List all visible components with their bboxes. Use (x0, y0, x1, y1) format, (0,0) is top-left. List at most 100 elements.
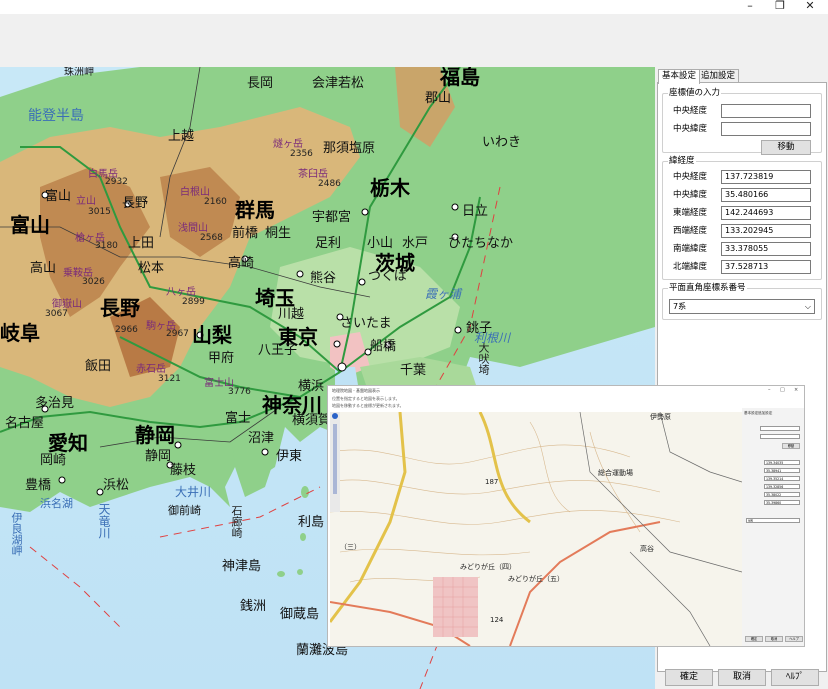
map-label: 御蔵島 (280, 607, 320, 622)
south-lat-label: 南端緯度 (673, 244, 708, 254)
map-label: 甲府 (208, 351, 235, 366)
detail-value[interactable]: 139.35214 (764, 476, 800, 481)
detail-lat-input[interactable] (760, 434, 800, 439)
map-label: 2967 (166, 329, 189, 339)
center-lon-input[interactable] (721, 104, 811, 118)
north-lat-value[interactable]: 37.528713 (721, 260, 811, 274)
detail-label: 伊勢原 (650, 413, 671, 421)
detail-value[interactable]: 35.38941 (764, 468, 800, 473)
detail-help-button[interactable]: ヘルプ (785, 636, 803, 642)
map-label: 高崎 (228, 256, 255, 271)
detail-ok-button[interactable]: 確定 (745, 636, 763, 642)
map-label: 2486 (318, 179, 341, 189)
map-label: つくば (368, 269, 408, 284)
map-label: 長野 (122, 196, 149, 211)
map-label: 栃木 (370, 176, 410, 200)
map-label: 2356 (290, 149, 313, 159)
map-label: 白根山 (180, 187, 210, 198)
map-label: 多治見 (35, 396, 75, 411)
map-label: 船橋 (370, 339, 397, 354)
map-label: 富山 (10, 213, 50, 237)
detail-settings-panel: 基本設定 追加設定 移動 139.34035 35.38941 139.3521… (742, 408, 804, 646)
tab-additional[interactable]: 追加設定 (697, 69, 740, 83)
detail-lon-input[interactable] (760, 426, 800, 431)
center-lat-label: 中央緯度 (673, 190, 708, 200)
map-label: 伊東 (276, 449, 303, 464)
map-label: 神奈川 (262, 393, 322, 417)
map-label: 3121 (158, 374, 181, 384)
plane-coord-title: 平面直角座標系番号 (668, 283, 747, 294)
detail-label: 124 (490, 616, 504, 624)
move-button[interactable]: 移動 (761, 140, 811, 155)
detail-tab-basic[interactable]: 基本設定 (744, 411, 758, 416)
center-lon-value[interactable]: 137.723819 (721, 170, 811, 184)
map-label: 伊良湖岬 (10, 512, 23, 556)
map-label: 山梨 (192, 323, 232, 347)
detail-tab-additional[interactable]: 追加設定 (758, 411, 772, 416)
help-button[interactable]: ﾍﾙﾌﾟ (771, 669, 819, 686)
map-label: 静岡 (135, 423, 175, 447)
west-lon-label: 西端経度 (673, 226, 708, 236)
map-label: 前橋 (232, 226, 259, 241)
map-label: 松本 (138, 261, 165, 276)
main-window: – ❐ ✕ 珠洲岬 長岡 会津若松 福島 郡山 能登半島 上越 いわき 那須塩原… (0, 0, 828, 689)
north-lat-label: 北端緯度 (673, 262, 708, 272)
preview-hint: 位置を指定すると地図を表示します。 (332, 396, 400, 401)
detail-map[interactable]: 伊勢原 総合運動場 みどりが丘（四） みどりが丘（五） 高谷 187 124 （… (330, 412, 742, 646)
center-lat-value[interactable]: 35.480166 (721, 188, 811, 202)
detail-value[interactable]: 139.32856 (764, 484, 800, 489)
map-label: 豊橋 (25, 478, 52, 493)
restore-button[interactable]: ❐ (768, 0, 792, 14)
map-label: 3776 (228, 387, 251, 397)
detail-map-preview[interactable]: 地理院地図 - 基盤地図表示 – □ × 位置を指定すると地図を表示します。 地… (327, 385, 805, 647)
detail-cancel-button[interactable]: 取消 (765, 636, 783, 642)
map-label: 茶臼岳 (298, 169, 328, 180)
close-button[interactable]: ✕ (798, 0, 822, 14)
map-label: 名古屋 (5, 416, 45, 431)
detail-plane-select[interactable]: 9系 (746, 518, 800, 523)
map-label: 3026 (82, 277, 105, 287)
south-lat-value[interactable]: 33.378055 (721, 242, 811, 256)
center-lat-input[interactable] (721, 122, 811, 136)
map-label: 岐阜 (0, 321, 40, 345)
minimize-button[interactable]: – (738, 0, 762, 14)
map-label: 3067 (45, 309, 68, 319)
latlon-group: 緯経度 中央経度 137.723819 中央緯度 35.480166 東端経度 … (662, 156, 822, 280)
ok-button[interactable]: 確定 (665, 669, 713, 686)
detail-value[interactable]: 35.39860 (764, 500, 800, 505)
map-label: 利島 (298, 515, 325, 530)
cancel-button[interactable]: 取消 (718, 669, 766, 686)
plane-coord-selected: 7系 (673, 302, 687, 311)
map-label: 会津若松 (312, 76, 365, 91)
map-label: 富士 (225, 411, 252, 426)
map-label: 御嶽山 (52, 299, 82, 310)
map-label: いわき (482, 135, 522, 150)
detail-move-button[interactable]: 移動 (782, 443, 800, 449)
map-label: 浜松 (103, 478, 130, 493)
plane-coord-select[interactable]: 7系 ⌵ (669, 299, 815, 314)
map-label: 那須塩原 (323, 141, 376, 156)
preview-title: 地理院地図 - 基盤地図表示 (332, 388, 380, 393)
map-label: 藤枝 (170, 463, 197, 478)
map-label: 富山 (45, 189, 72, 204)
detail-value[interactable]: 139.34035 (764, 460, 800, 465)
map-label: 霞ヶ浦 (425, 287, 462, 301)
close-icon: × (794, 387, 799, 393)
plane-coord-group: 平面直角座標系番号 7系 ⌵ (662, 283, 822, 320)
detail-map-drawing (330, 412, 742, 646)
map-label: 3180 (95, 241, 118, 251)
map-label: 長岡 (247, 76, 274, 91)
detail-value[interactable]: 35.38022 (764, 492, 800, 497)
map-label: 燧ヶ岳 (273, 139, 303, 150)
coord-input-title: 座標値の入力 (668, 88, 722, 99)
title-bar: – ❐ ✕ (0, 0, 828, 14)
east-lon-value[interactable]: 142.244693 (721, 206, 811, 220)
west-lon-value[interactable]: 133.202945 (721, 224, 811, 238)
map-label: さいたま (340, 316, 392, 331)
detail-label: 総合運動場 (598, 469, 633, 477)
tab-basic[interactable]: 基本設定 (658, 69, 701, 84)
map-label: 群馬 (235, 198, 275, 222)
coord-input-group: 座標値の入力 中央経度 中央緯度 移動 (662, 88, 822, 155)
map-label: 2899 (182, 297, 205, 307)
map-label: 利根川 (474, 331, 511, 345)
